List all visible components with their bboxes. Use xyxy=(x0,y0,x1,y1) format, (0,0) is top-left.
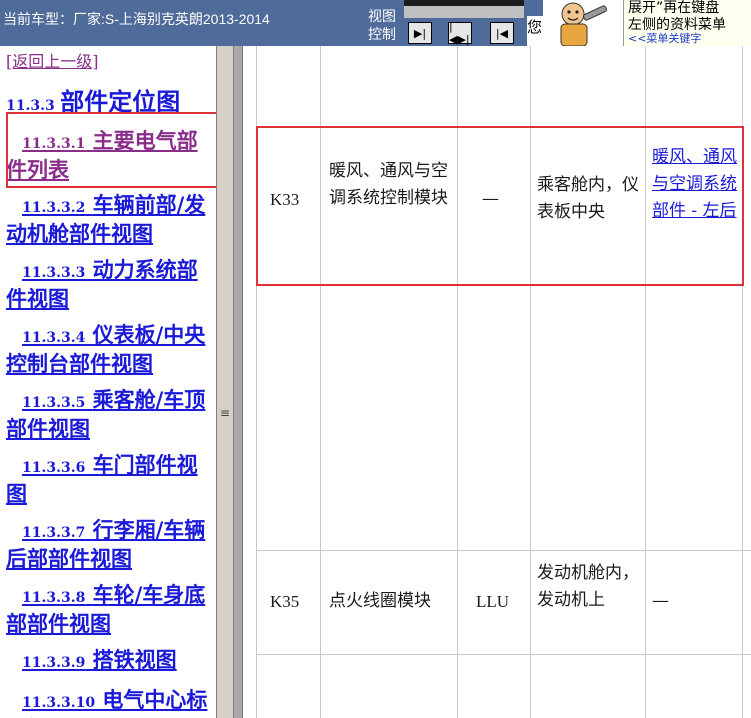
nav-item-wheel-underbody-view[interactable]: 11.3.3.8 车轮/车身底部部件视图 xyxy=(6,582,212,636)
nav-item-ground-view[interactable]: 11.3.3.9 搭铁视图 xyxy=(6,647,212,676)
view-split-button[interactable]: |◀▶| xyxy=(448,20,472,46)
left-nav-panel: [返回上一级] 11.3.3 部件定位图 11.3.3.1 主要电气部件列表 1… xyxy=(0,46,216,718)
table-gridline xyxy=(645,46,646,718)
nav-item-door-view[interactable]: 11.3.3.6 车门部件视图 xyxy=(6,452,212,506)
hint-prefix: 您 xyxy=(527,16,543,46)
table-gridline xyxy=(256,550,751,551)
view-control-label: 视图控制 xyxy=(368,8,396,42)
table-gridline xyxy=(256,46,257,718)
view-prev-button[interactable]: |◀ xyxy=(490,22,514,44)
table-cell-code: K33 xyxy=(270,190,300,209)
table-cell-view-link[interactable]: 暖风、通风与空调系统部件 - 左后 xyxy=(652,144,738,225)
nav-item-powertrain-view[interactable]: 11.3.3.3 动力系统部件视图 xyxy=(6,257,212,311)
table-gridline xyxy=(256,654,751,655)
component-table: K33 暖风、通风与空调系统控制模块 — 乘客舱内，仪表板中央 暖风、通风与空调… xyxy=(248,46,751,718)
nav-item-front-engine-view[interactable]: 11.3.3.2 车辆前部/发动机舱部件视图 xyxy=(6,192,212,246)
help-hint-panel: 展开”再在键盘 左侧的资料菜单 <<菜单关键字 xyxy=(623,0,751,46)
next-page-icon: ▶| xyxy=(413,26,427,40)
nav-item-main-electrical-list[interactable]: 11.3.3.1 主要电气部件列表 xyxy=(6,128,212,182)
section-heading: 部件定位图 xyxy=(60,87,181,116)
back-to-parent-link[interactable]: [返回上一级] xyxy=(6,48,99,72)
table-cell-location: 乘客舱内，仪表板中央 xyxy=(537,175,639,222)
current-vehicle-label: 当前车型：厂家:S-上海别克英朗2013-2014 xyxy=(3,11,270,27)
table-cell-option: LLU xyxy=(476,592,510,611)
frame-border xyxy=(234,46,242,718)
hint-line-3: <<菜单关键字 xyxy=(628,32,702,45)
nav-item-electrical-center-view[interactable]: 11.3.3.10 电气中心标识视图 xyxy=(6,687,212,718)
splitter-grip-icon: ≡ xyxy=(220,406,231,420)
table-gridline xyxy=(320,46,321,718)
nav-item-instrument-panel-view[interactable]: 11.3.3.4 仪表板/中央控制台部件视图 xyxy=(6,322,212,376)
section-title: 11.3.3 部件定位图 xyxy=(6,82,180,117)
prev-page-icon: |◀ xyxy=(495,26,509,40)
table-cell-code: K35 xyxy=(270,592,300,611)
top-toolbar: 当前车型：厂家:S-上海别克英朗2013-2014 视图控制 ▶| |◀▶| |… xyxy=(0,0,751,46)
section-number: 11.3.3 xyxy=(6,98,55,114)
table-cell-name: 点火线圈模块 xyxy=(329,591,431,611)
table-gridline xyxy=(457,46,458,718)
view-next-button[interactable]: ▶| xyxy=(408,22,432,44)
table-cell-option: — xyxy=(482,189,499,209)
mascot-icon xyxy=(543,0,623,46)
table-cell-view: — xyxy=(652,591,669,611)
nav-item-passenger-roof-view[interactable]: 11.3.3.5 乘客舱/车顶部件视图 xyxy=(6,387,212,441)
table-cell-name: 暖风、通风与空调系统控制模块 xyxy=(329,161,448,208)
table-gridline xyxy=(530,46,531,718)
toolbar-strip-light xyxy=(404,6,524,18)
hint-line-1: 展开”再在键盘 xyxy=(628,0,720,16)
split-view-icon: |◀▶| xyxy=(449,20,470,46)
table-gridline xyxy=(742,46,743,718)
frame-splitter[interactable]: ≡ xyxy=(216,46,234,718)
table-cell-location: 发动机舱内，发动机上 xyxy=(537,563,639,610)
nav-item-trunk-rear-view[interactable]: 11.3.3.7 行李厢/车辆后部部件视图 xyxy=(6,517,212,571)
